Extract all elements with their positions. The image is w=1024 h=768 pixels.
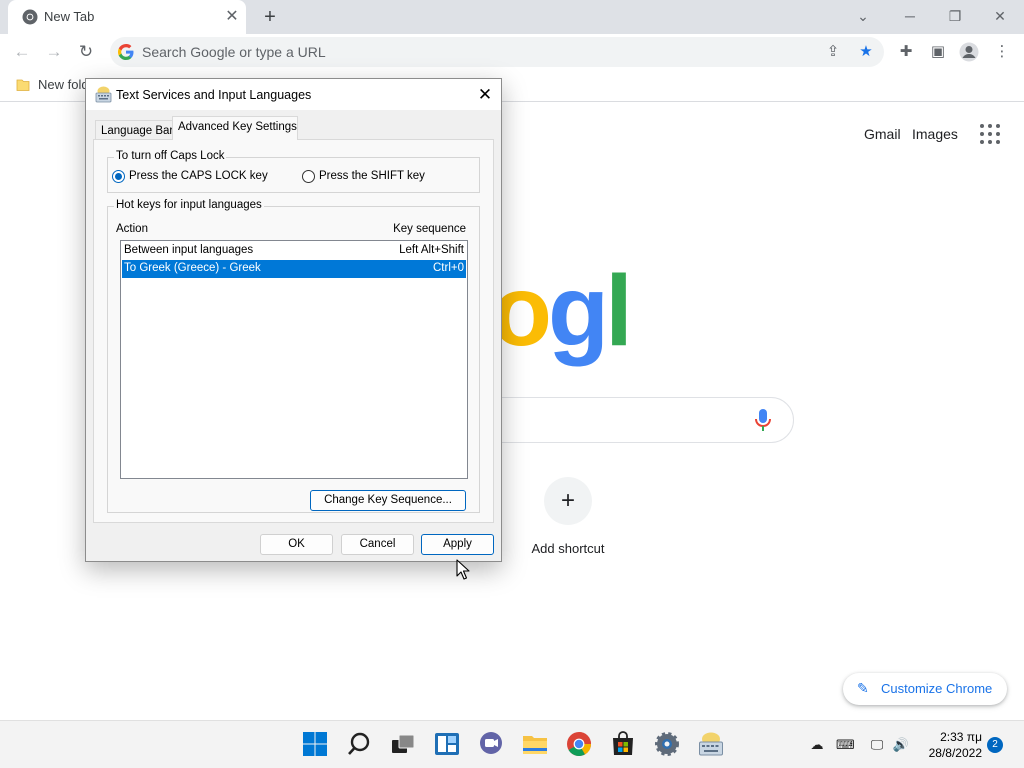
chat-icon[interactable] [478,731,504,757]
reload-icon[interactable]: ↻ [73,39,99,65]
logo-letter: g [547,255,609,367]
add-shortcut-label[interactable]: Add shortcut [516,541,620,556]
advanced-key-settings-panel: To turn off Caps Lock Press the CAPS LOC… [93,139,494,523]
add-shortcut-button[interactable]: + [544,477,592,525]
extensions-icon[interactable]: ✚ [894,40,918,64]
tab-title: New Tab [44,9,95,24]
list-item-key: Ctrl+0 [433,262,464,274]
gmail-link[interactable]: Gmail [864,126,901,142]
clock-date[interactable]: 28/8/2022 [912,746,982,760]
tab-strip: New Tab ✕ + ⌄ ─ ❐ ✕ [0,0,1024,34]
list-item[interactable]: Between input languages Left Alt+Shift [122,242,466,260]
list-item-action: Between input languages [124,244,254,256]
tab-advanced-key-settings[interactable]: Advanced Key Settings [172,116,298,140]
caps-lock-group-label: To turn off Caps Lock [114,150,227,162]
ok-button[interactable]: OK [260,534,333,555]
keyboard-language-icon [95,86,112,103]
mouse-cursor-icon [456,559,470,580]
forward-icon[interactable]: → [41,39,67,65]
windows-start-icon[interactable] [302,731,328,757]
share-icon[interactable]: ⇪ [822,42,844,62]
tab-language-bar[interactable]: Language Bar [95,120,180,139]
shift-key-label[interactable]: Press the SHIFT key [319,170,425,182]
customize-chrome-button[interactable]: ✎ Customize Chrome [843,673,1007,705]
menu-icon[interactable]: ⋮ [990,40,1014,64]
chrome-icon[interactable] [566,731,592,757]
omnibox[interactable]: Search Google or type a URL ⇪ ★ [110,37,884,67]
action-column-header: Action [116,223,148,235]
logo-letter: l [605,255,633,367]
dialog-titlebar[interactable]: Text Services and Input Languages ✕ [86,79,501,110]
microphone-icon[interactable] [753,408,773,432]
browser-toolbar: ← → ↻ Search Google or type a URL ⇪ ★ ✚ … [0,34,1024,70]
cancel-button[interactable]: Cancel [341,534,414,555]
minimize-icon[interactable]: ─ [896,4,924,28]
omnibox-placeholder: Search Google or type a URL [142,44,326,60]
list-item-action: To Greek (Greece) - Greek [124,262,261,274]
close-icon[interactable]: ✕ [474,84,496,106]
caps-lock-key-label[interactable]: Press the CAPS LOCK key [129,170,268,182]
customize-chrome-label: Customize Chrome [881,681,993,696]
hotkeys-group: Hot keys for input languages Action Key … [107,199,480,513]
notification-badge[interactable]: 2 [987,737,1003,753]
file-explorer-icon[interactable] [522,731,548,757]
tab-new-tab[interactable]: New Tab ✕ [8,0,246,34]
close-tab-icon[interactable]: ✕ [222,7,242,27]
volume-icon[interactable]: 🔊 [892,736,910,754]
images-link[interactable]: Images [912,126,958,142]
store-icon[interactable] [610,731,636,757]
star-icon[interactable]: ★ [855,42,877,62]
list-item-key: Left Alt+Shift [399,244,464,256]
clock-time[interactable]: 2:33 πμ [922,730,982,744]
back-icon[interactable]: ← [9,39,35,65]
keyboard-icon[interactable]: ⌨ [836,736,855,754]
hotkeys-list[interactable]: Between input languages Left Alt+Shift T… [120,240,468,479]
key-sequence-column-header: Key sequence [393,223,466,235]
change-key-sequence-button[interactable]: Change Key Sequence... [310,490,466,511]
new-tab-button[interactable]: + [258,5,282,29]
caps-lock-key-radio[interactable] [112,170,125,183]
search-icon[interactable] [346,731,372,757]
onedrive-offline-icon[interactable]: ☁ [808,736,826,754]
google-apps-icon[interactable] [980,124,1000,144]
shift-key-radio[interactable] [302,170,315,183]
sidepanel-icon[interactable]: ▣ [926,40,950,64]
keyboard-language-icon[interactable] [698,731,724,757]
apply-button[interactable]: Apply [421,534,494,555]
network-icon[interactable]: 🖵 [868,736,886,754]
chrome-icon [22,9,38,25]
tab-search-icon[interactable]: ⌄ [849,4,877,28]
google-icon [118,44,134,60]
settings-icon[interactable] [654,731,680,757]
profile-icon[interactable] [957,40,981,64]
close-window-icon[interactable]: ✕ [986,4,1014,28]
text-services-dialog: Text Services and Input Languages ✕ Lang… [85,78,502,562]
hotkeys-group-label: Hot keys for input languages [114,199,264,211]
pencil-icon: ✎ [857,680,869,696]
task-view-icon[interactable] [390,731,416,757]
dialog-title: Text Services and Input Languages [116,88,312,102]
widgets-icon[interactable] [434,731,460,757]
restore-icon[interactable]: ❐ [941,4,969,28]
caps-lock-group: To turn off Caps Lock Press the CAPS LOC… [107,150,480,193]
folder-icon [16,79,30,91]
taskbar: ☁ ⌨ 🖵 🔊 2:33 πμ 28/8/2022 2 [0,720,1024,768]
list-item-selected[interactable]: To Greek (Greece) - Greek Ctrl+0 [122,260,466,278]
